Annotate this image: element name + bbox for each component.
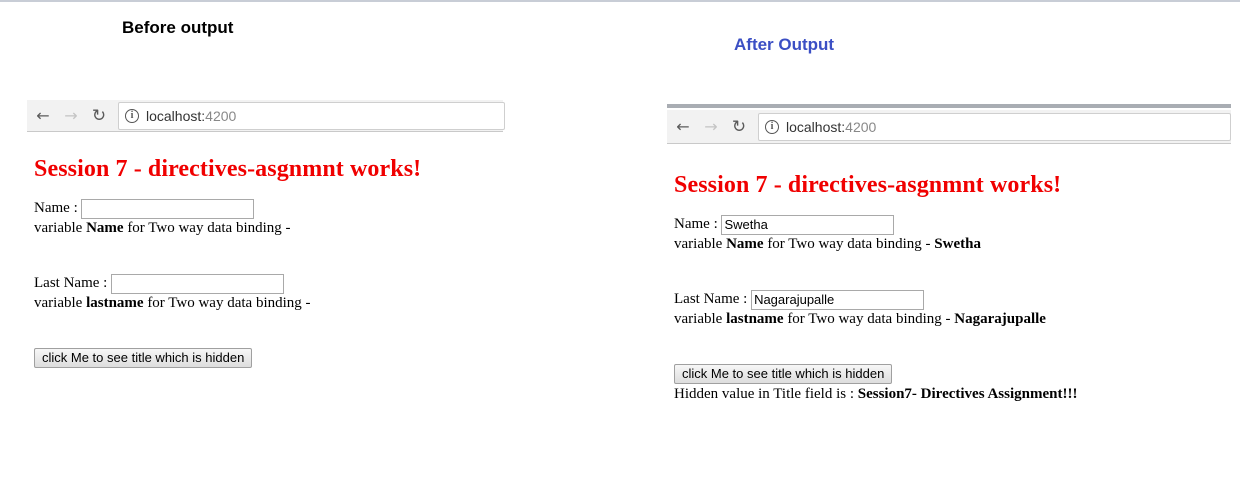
lastname-label: Last Name :: [34, 275, 108, 291]
top-divider: [0, 0, 1240, 2]
lastname-binding-text: variable lastname for Two way data bindi…: [674, 311, 1046, 327]
name-label: Name :: [34, 200, 78, 216]
hidden-title-value: Session7- Directives Assignment!!!: [857, 386, 1078, 402]
page-content: Session 7 - directives-asgnmnt works! Na…: [34, 156, 421, 368]
back-arrow-icon[interactable]: ←: [33, 106, 53, 126]
address-bar[interactable]: i localhost:4200: [758, 113, 1231, 141]
show-title-button[interactable]: click Me to see title which is hidden: [34, 348, 253, 368]
lastname-input[interactable]: [751, 289, 925, 310]
reload-icon[interactable]: ↻: [89, 106, 109, 126]
lastname-input[interactable]: [111, 273, 285, 294]
page-content: Session 7 - directives-asgnmnt works! Na…: [674, 172, 1077, 404]
name-row: Name :: [34, 198, 421, 219]
after-output-caption: After Output: [734, 35, 835, 54]
address-bar[interactable]: i localhost:4200: [118, 102, 505, 130]
after-browser-panel: ← → ↻ i localhost:4200 Session 7 - direc…: [667, 104, 1231, 424]
tab-strip: [667, 104, 1231, 108]
url-text: localhost:4200: [146, 108, 237, 124]
lastname-bound-value: Nagarajupalle: [954, 311, 1046, 327]
before-output-caption: Before output: [122, 18, 234, 37]
lastname-binding-text: variable lastname for Two way data bindi…: [34, 295, 311, 311]
lastname-label: Last Name :: [674, 291, 748, 307]
page-title: Session 7 - directives-asgnmnt works!: [674, 172, 1062, 198]
name-bound-value: Swetha: [934, 236, 981, 252]
forward-arrow-icon[interactable]: →: [61, 106, 81, 126]
reload-icon[interactable]: ↻: [729, 117, 749, 137]
show-title-button[interactable]: click Me to see title which is hidden: [674, 364, 893, 384]
hidden-title-text: Hidden value in Title field is : Session…: [674, 386, 1078, 402]
forward-arrow-icon[interactable]: →: [701, 117, 721, 137]
name-binding-text: variable Name for Two way data binding -…: [674, 236, 981, 252]
name-binding-text: variable Name for Two way data binding -: [34, 220, 291, 236]
name-row: Name :: [674, 214, 1077, 235]
before-browser-panel: ← → ↻ i localhost:4200 Session 7 - direc…: [27, 98, 505, 398]
lastname-row: Last Name :: [34, 273, 421, 294]
info-icon[interactable]: i: [125, 109, 139, 123]
name-input[interactable]: [81, 198, 255, 219]
browser-toolbar: ← → ↻ i localhost:4200: [27, 100, 505, 132]
name-input[interactable]: [721, 214, 895, 235]
page-title: Session 7 - directives-asgnmnt works!: [34, 156, 422, 182]
url-text: localhost:4200: [786, 119, 877, 135]
back-arrow-icon[interactable]: ←: [673, 117, 693, 137]
name-label: Name :: [674, 216, 718, 232]
info-icon[interactable]: i: [765, 120, 779, 134]
lastname-row: Last Name :: [674, 289, 1077, 310]
browser-toolbar: ← → ↻ i localhost:4200: [667, 110, 1231, 144]
